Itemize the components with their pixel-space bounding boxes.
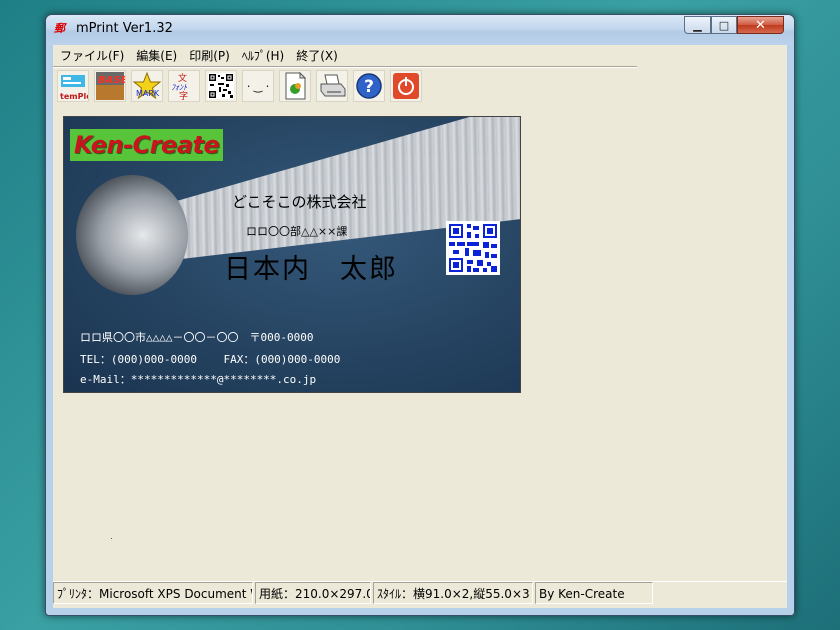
status-author: By Ken-Create <box>535 582 653 604</box>
app-window: 郵 mPrint Ver1.32 ▁ □ ✕ ファイル(F) 編集(E) 印刷(… <box>45 14 795 616</box>
base-icon: BASE <box>96 72 125 100</box>
font-label-mid: ﾌｫﾝﾄ <box>171 83 188 92</box>
menu-separator <box>53 66 637 68</box>
toolbar: temPlet BASE MARK 文 <box>57 70 427 106</box>
card-qr-code <box>446 221 500 275</box>
status-style: ｽﾀｲﾙ：横91.0×2,縦55.0×3 <box>373 582 533 604</box>
window-title: mPrint Ver1.32 <box>76 21 173 36</box>
exit-button[interactable] <box>390 70 422 102</box>
client-area: ファイル(F) 編集(E) 印刷(P) ﾍﾙﾌﾟ(H) 終了(X) temPle… <box>53 45 787 608</box>
card-department: ロロ〇〇部△△××課 <box>246 225 348 238</box>
help-icon: ? <box>356 73 382 99</box>
title-bar[interactable]: 郵 mPrint Ver1.32 ▁ □ ✕ <box>46 15 794 45</box>
status-printer: ﾌﾟﾘﾝﾀ：Microsoft XPS Document W <box>53 582 253 604</box>
font-label-bottom: 字 <box>179 90 188 101</box>
qr-code-icon <box>208 73 234 99</box>
base-button[interactable]: BASE <box>94 70 126 102</box>
status-bar: ﾌﾟﾘﾝﾀ：Microsoft XPS Document W 用紙：210.0×… <box>53 581 787 606</box>
power-icon <box>393 73 419 99</box>
menu-file[interactable]: ファイル(F) <box>55 47 129 64</box>
mark-label: MARK <box>136 89 160 98</box>
stray-pixel <box>111 538 112 539</box>
minimize-button[interactable]: ▁ <box>684 16 711 34</box>
printer-icon <box>320 74 346 97</box>
font-button[interactable]: 文 ﾌｫﾝﾄ 字 <box>168 70 200 102</box>
template-label: temPlet <box>60 92 88 101</box>
card-email: e-Mail：*************@********.co.jp <box>80 373 317 386</box>
font-icon: 文 ﾌｫﾝﾄ 字 <box>171 72 188 101</box>
status-paper: 用紙：210.0×297.0 <box>255 582 371 604</box>
insert-image-button[interactable] <box>279 70 311 102</box>
menu-help[interactable]: ﾍﾙﾌﾟ(H) <box>237 47 289 64</box>
template-button[interactable]: temPlet <box>57 70 89 102</box>
qr-code-icon <box>449 224 497 272</box>
app-logo-icon: 郵 <box>54 22 65 35</box>
template-icon: temPlet <box>60 75 88 101</box>
print-button[interactable] <box>316 70 348 102</box>
business-card-preview[interactable]: Ken-Create どこそこの株式会社 ロロ〇〇部△△××課 日本内 太郎 ロ… <box>63 116 521 393</box>
close-button[interactable]: ✕ <box>737 16 784 34</box>
menu-edit[interactable]: 編集(E) <box>131 47 182 64</box>
menu-exit[interactable]: 終了(X) <box>291 47 343 64</box>
tower-top-image <box>76 175 188 295</box>
menu-print[interactable]: 印刷(P) <box>184 47 235 64</box>
card-person-name: 日本内 太郎 <box>224 254 398 285</box>
face-icon: ㆍ‿ㆍ <box>243 80 273 93</box>
help-button[interactable]: ? <box>353 70 385 102</box>
card-tel-fax: TEL：(000)000-0000 FAX：(000)000-0000 <box>80 353 341 366</box>
maximize-button[interactable]: □ <box>711 16 737 34</box>
menu-bar: ファイル(F) 編集(E) 印刷(P) ﾍﾙﾌﾟ(H) 終了(X) <box>53 45 787 65</box>
mark-button[interactable]: MARK <box>131 70 163 102</box>
star-icon: MARK <box>132 71 162 100</box>
card-logo: Ken-Create <box>70 129 224 161</box>
qr-code-button[interactable] <box>205 70 237 102</box>
card-company-name: どこそこの株式会社 <box>232 193 367 211</box>
svg-text:?: ? <box>364 77 374 97</box>
base-label: BASE <box>98 75 125 86</box>
card-address: ロロ県〇〇市△△△△－〇〇－〇〇 〒000-0000 <box>80 331 314 344</box>
document-image-icon <box>285 72 307 100</box>
face-button[interactable]: ㆍ‿ㆍ <box>242 70 274 102</box>
